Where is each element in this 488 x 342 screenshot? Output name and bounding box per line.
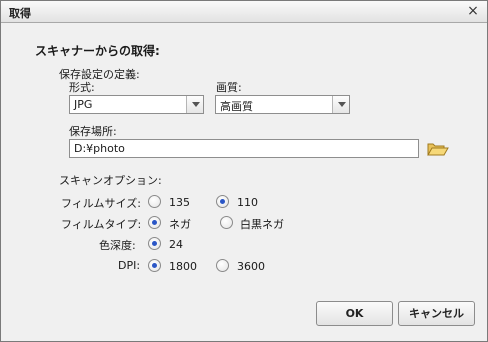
color-depth-label: 色深度: (99, 239, 136, 252)
radio-film-size-135[interactable] (148, 195, 161, 208)
folder-open-icon[interactable] (427, 141, 449, 157)
radio-film-size-110[interactable] (216, 195, 229, 208)
film-type-option-negative: ネガ (169, 218, 191, 231)
dpi-option-3600: 3600 (237, 260, 265, 273)
location-input[interactable] (70, 140, 418, 157)
dpi-option-1800: 1800 (169, 260, 197, 273)
format-label: 形式: (69, 81, 95, 94)
quality-selected-value: 高画質 (220, 100, 253, 113)
radio-film-type-bw-negative[interactable] (220, 216, 233, 229)
radio-dpi-3600[interactable] (216, 259, 229, 272)
quality-label: 画質: (216, 81, 242, 94)
radio-film-type-negative[interactable] (148, 216, 161, 229)
section-title: スキャナーからの取得: (35, 44, 160, 58)
acquire-dialog: 取得 × スキャナーからの取得: 保存設定の定義: 形式: JPG 画質: 高画… (0, 0, 488, 342)
scan-options-label: スキャンオプション: (59, 174, 162, 187)
radio-dpi-1800[interactable] (148, 259, 161, 272)
dialog-title: 取得 (9, 7, 31, 20)
film-type-label: フィルムタイプ: (61, 218, 142, 231)
radio-color-depth-24[interactable] (148, 237, 161, 250)
ok-button[interactable]: OK (316, 301, 393, 326)
film-size-option-110: 110 (237, 196, 258, 209)
format-selected-value: JPG (74, 98, 93, 111)
location-field[interactable] (69, 139, 419, 158)
film-size-option-135: 135 (169, 196, 190, 209)
cancel-button[interactable]: キャンセル (398, 301, 475, 326)
title-bar[interactable]: 取得 × (1, 1, 487, 23)
film-type-option-bw-negative: 白黒ネガ (240, 218, 284, 231)
chevron-down-icon[interactable] (186, 96, 203, 113)
format-select[interactable]: JPG (69, 95, 204, 114)
film-size-label: フィルムサイズ: (61, 197, 141, 210)
dpi-label: DPI: (118, 259, 141, 272)
quality-select[interactable]: 高画質 (215, 95, 350, 114)
location-label: 保存場所: (69, 125, 117, 138)
close-icon[interactable]: × (465, 4, 481, 20)
chevron-down-icon[interactable] (332, 96, 349, 113)
color-depth-option-24: 24 (169, 238, 183, 251)
